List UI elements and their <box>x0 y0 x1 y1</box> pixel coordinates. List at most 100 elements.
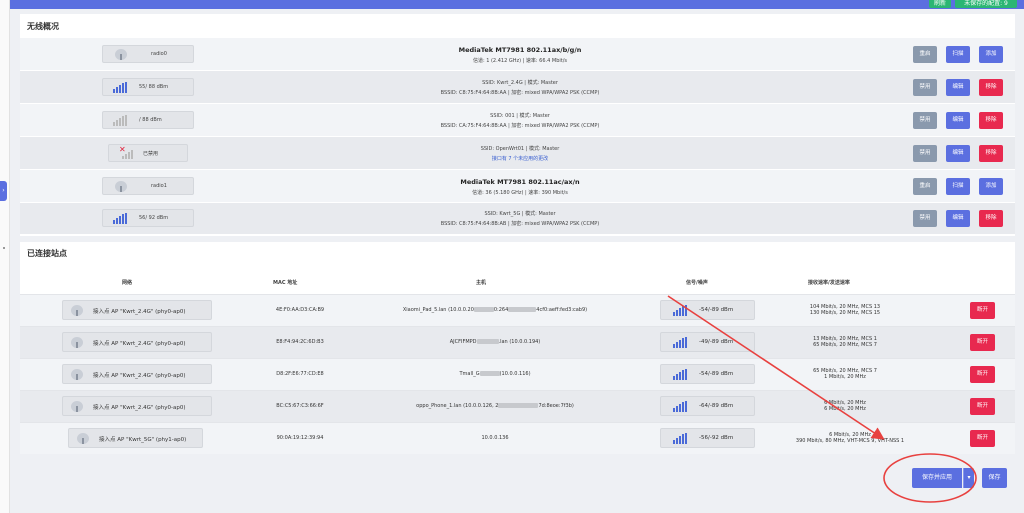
host-cell: AJCFIFMPD .lan (10.0.0.194) <box>449 339 541 345</box>
disconnect-button[interactable]: 断开 <box>970 398 995 415</box>
disable-button[interactable]: 禁用 <box>913 112 937 129</box>
radio-device-icon <box>115 181 127 192</box>
col-rate-header: 接收速率/发送速率 <box>808 280 850 286</box>
table-row: 接入点 AP "Kwrt_5G" (phy1-ap0) 90:0A:19:12:… <box>20 422 1015 454</box>
host-cell: 10.0.0.136 <box>481 435 509 441</box>
signal-strength-icon <box>113 82 127 93</box>
col-network-header: 网络 <box>122 280 133 286</box>
mac-address: D8:2F:E6:77:CD:E8 <box>276 371 324 377</box>
edit-button[interactable]: 编辑 <box>946 79 970 96</box>
mac-address: BC:C5:67:C3:66:6F <box>276 403 324 409</box>
disable-button[interactable]: 禁用 <box>913 210 937 227</box>
network-bssid-line: BSSID: C8:75:F4:64:8B:AB | 加密: mixed WPA… <box>440 221 600 227</box>
signal-badge: -54/-89 dBm <box>660 364 755 384</box>
network-row-openwrt01: ✕ 已禁用 SSID: OpenWrt01 | 模式: Master 接口有 7… <box>20 137 1015 169</box>
disable-button[interactable]: 禁用 <box>913 79 937 96</box>
radio-badge: radio0 <box>102 45 194 63</box>
redacted-block <box>508 307 537 312</box>
network-badge: 接入点 AP "Kwrt_2.4G" (phy0-ap0) <box>62 396 212 416</box>
add-button[interactable]: 添加 <box>979 178 1003 195</box>
col-signal-header: 信号/噪声 <box>686 280 708 286</box>
save-button[interactable]: 保存 <box>982 468 1007 488</box>
remove-button[interactable]: 移除 <box>979 145 1003 162</box>
network-bssid-line: BSSID: CA:75:F4:64:8B:AA | 加密: mixed WPA… <box>440 123 600 129</box>
signal-badge: ✕ 已禁用 <box>108 144 188 162</box>
signal-strength-icon <box>673 337 687 348</box>
redacted-block <box>498 403 539 408</box>
sidebar-dot <box>3 247 5 249</box>
radio-device-icon <box>115 49 127 60</box>
network-badge: 接入点 AP "Kwrt_2.4G" (phy0-ap0) <box>62 332 212 352</box>
redacted-block <box>473 307 494 312</box>
unapplied-changes-link[interactable]: 接口有 7 个未应用的更改 <box>400 155 640 162</box>
network-badge: 接入点 AP "Kwrt_2.4G" (phy0-ap0) <box>62 364 212 384</box>
signal-badge: -49/-89 dBm <box>660 332 755 352</box>
edit-button[interactable]: 编辑 <box>946 210 970 227</box>
save-options-dropdown-button[interactable]: ▾ <box>963 468 974 488</box>
wireless-overview-title: 无线概况 <box>27 22 59 31</box>
restart-button[interactable]: 重启 <box>913 178 937 195</box>
add-button[interactable]: 添加 <box>979 46 1003 63</box>
network-ssid-line: SSID: Kwrt_2.4G | 模式: Master <box>482 80 558 86</box>
disconnect-button[interactable]: 断开 <box>970 334 995 351</box>
radio-title: MediaTek MT7981 802.11ac/ax/n <box>460 178 580 186</box>
disable-button[interactable]: 禁用 <box>913 145 937 162</box>
top-header-bar <box>10 0 1024 9</box>
rate-cell: 6 Mbit/s, 20 MHz 6 Mbit/s, 20 MHz <box>824 400 866 412</box>
signal-badge: / 88 dBm <box>102 111 194 129</box>
sidebar-toggle-handle[interactable]: › <box>0 181 7 201</box>
remove-button[interactable]: 移除 <box>979 210 1003 227</box>
access-point-icon <box>77 433 89 444</box>
save-and-apply-button[interactable]: 保存并应用 <box>912 468 962 488</box>
network-bssid-line: BSSID: C8:75:F4:64:8B:AA | 加密: mixed WPA… <box>440 90 600 96</box>
network-ssid-line: SSID: 001 | 模式: Master <box>490 113 550 119</box>
connected-stations-title: 已连接站点 <box>27 249 67 258</box>
redacted-block <box>476 339 499 344</box>
redacted-block <box>479 371 500 376</box>
remove-button[interactable]: 移除 <box>979 112 1003 129</box>
access-point-icon <box>71 305 83 316</box>
network-row-kwrt24: 55/ 88 dBm SSID: Kwrt_2.4G | 模式: Master … <box>20 71 1015 103</box>
signal-strength-icon <box>673 305 687 316</box>
scan-button[interactable]: 扫描 <box>946 178 970 195</box>
access-point-icon <box>71 401 83 412</box>
scan-button[interactable]: 扫描 <box>946 46 970 63</box>
access-point-icon <box>71 337 83 348</box>
edit-button[interactable]: 编辑 <box>946 145 970 162</box>
signal-strength-icon <box>673 369 687 380</box>
signal-badge: 55/ 88 dBm <box>102 78 194 96</box>
disabled-icon: ✕ <box>119 145 133 159</box>
table-row: 接入点 AP "Kwrt_2.4G" (phy0-ap0) 4E:F0:AA:D… <box>20 294 1015 326</box>
mac-address: E8:F4:94:2C:6D:B3 <box>276 339 324 345</box>
access-point-icon <box>71 369 83 380</box>
disconnect-button[interactable]: 断开 <box>970 302 995 319</box>
radio-row-radio1: radio1 MediaTek MT7981 802.11ac/ax/n 信道:… <box>20 170 1015 202</box>
signal-strength-icon <box>113 213 127 224</box>
signal-strength-icon <box>673 401 687 412</box>
table-row: 接入点 AP "Kwrt_2.4G" (phy0-ap0) D8:2F:E6:7… <box>20 358 1015 390</box>
disconnect-button[interactable]: 断开 <box>970 366 995 383</box>
restart-button[interactable]: 重启 <box>913 46 937 63</box>
rate-cell: 13 Mbit/s, 20 MHz, MCS 1 65 Mbit/s, 20 MH… <box>813 336 877 348</box>
network-badge: 接入点 AP "Kwrt_2.4G" (phy0-ap0) <box>62 300 212 320</box>
rate-cell: 6 Mbit/s, 20 MHz 390 Mbit/s, 80 MHz, VHT-… <box>795 432 905 444</box>
signal-badge: 56/ 92 dBm <box>102 209 194 227</box>
rate-cell: 104 Mbit/s, 20 MHz, MCS 13 130 Mbit/s, 20… <box>809 304 881 316</box>
radio-row-radio0: radio0 MediaTek MT7981 802.11ax/b/g/n 信道… <box>20 38 1015 70</box>
unsaved-changes-button[interactable]: 未保存的配置: 9 <box>955 0 1017 8</box>
disconnect-button[interactable]: 断开 <box>970 430 995 447</box>
network-ssid-line: SSID: OpenWrt01 | 模式: Master <box>480 146 560 152</box>
remove-button[interactable]: 移除 <box>979 79 1003 96</box>
col-host-header: 主机 <box>476 280 487 286</box>
radio-subtitle: 信道: 1 (2.412 GHz) | 速率: 66.4 Mbit/s <box>472 58 568 64</box>
network-badge: 接入点 AP "Kwrt_5G" (phy1-ap0) <box>68 428 203 448</box>
mac-address: 4E:F0:AA:D3:CA:B9 <box>275 307 325 313</box>
signal-strength-icon <box>113 115 127 126</box>
edit-button[interactable]: 编辑 <box>946 112 970 129</box>
rate-cell: 65 Mbit/s, 20 MHz, MCS 71 Mbit/s, 20 MHz <box>813 368 877 380</box>
refresh-button[interactable]: 刷新 <box>929 0 951 8</box>
signal-badge: -64/-89 dBm <box>660 396 755 416</box>
host-cell: Xiaomi_Pad_5.lan (10.0.0.20 0:264 4cf0:aef… <box>402 307 588 313</box>
table-row: 接入点 AP "Kwrt_2.4G" (phy0-ap0) E8:F4:94:2… <box>20 326 1015 358</box>
col-mac-header: MAC 地址 <box>273 280 298 286</box>
